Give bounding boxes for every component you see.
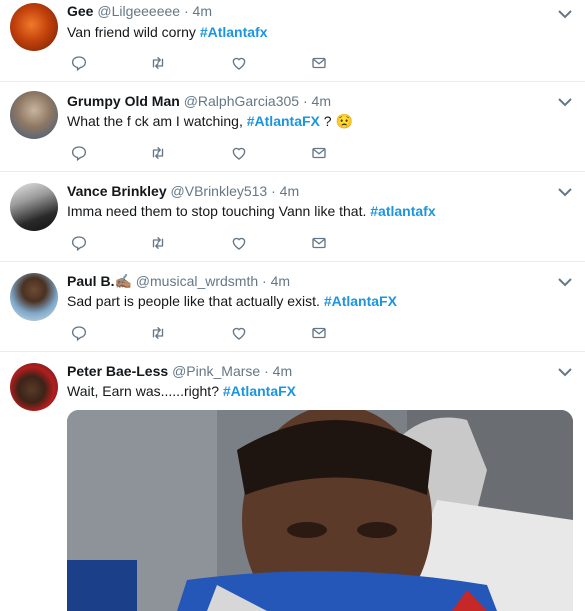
tweet-1[interactable]: Gee @Lilgeeeeee · 4m Van friend wild cor… bbox=[0, 0, 585, 82]
reply-icon[interactable] bbox=[70, 54, 92, 74]
tweet-actions bbox=[67, 54, 347, 74]
chevron-down-icon[interactable] bbox=[557, 276, 573, 288]
tweet-body: Imma need them to stop touching Vann lik… bbox=[67, 203, 371, 219]
retweet-icon[interactable] bbox=[149, 54, 171, 74]
user-handle[interactable]: @VBrinkley513 bbox=[171, 183, 268, 199]
timestamp[interactable]: 4m bbox=[271, 273, 290, 289]
hashtag-link[interactable]: #AtlantaFX bbox=[223, 383, 296, 399]
hashtag-link[interactable]: #AtlantaFX bbox=[324, 293, 397, 309]
reply-icon[interactable] bbox=[70, 144, 92, 164]
display-name[interactable]: Peter Bae-Less bbox=[67, 363, 168, 379]
user-handle[interactable]: @musical_wrdsmth bbox=[136, 273, 258, 289]
chevron-down-icon[interactable] bbox=[557, 366, 573, 378]
heart-icon[interactable] bbox=[230, 234, 252, 254]
tweet-body: What the f ck am I watching, bbox=[67, 113, 247, 129]
retweet-icon[interactable] bbox=[149, 234, 171, 254]
chevron-down-icon[interactable] bbox=[557, 8, 573, 20]
user-handle[interactable]: @RalphGarcia305 bbox=[184, 93, 299, 109]
avatar[interactable] bbox=[10, 273, 58, 321]
user-handle[interactable]: @Lilgeeeeee bbox=[97, 3, 180, 19]
envelope-icon[interactable] bbox=[310, 324, 332, 344]
tweet-text: Van friend wild corny #Atlantafx bbox=[67, 23, 268, 41]
avatar[interactable] bbox=[10, 363, 58, 411]
timestamp[interactable]: 4m bbox=[280, 183, 299, 199]
timestamp[interactable]: 4m bbox=[193, 3, 212, 19]
writing-hand-emoji: ✍🏽 bbox=[114, 273, 132, 289]
heart-icon[interactable] bbox=[230, 54, 252, 74]
separator: · bbox=[262, 273, 267, 289]
tweet-body-after: ? bbox=[319, 113, 336, 129]
avatar[interactable] bbox=[10, 183, 58, 231]
retweet-icon[interactable] bbox=[149, 144, 171, 164]
tweet-text: Sad part is people like that actually ex… bbox=[67, 292, 397, 310]
tweet-2[interactable]: Grumpy Old Man @RalphGarcia305 · 4m What… bbox=[0, 82, 585, 172]
hashtag-link[interactable]: #Atlantafx bbox=[200, 24, 268, 40]
envelope-icon[interactable] bbox=[310, 234, 332, 254]
tweet-actions bbox=[67, 234, 347, 254]
avatar[interactable] bbox=[10, 91, 58, 139]
chevron-down-icon[interactable] bbox=[557, 186, 573, 198]
display-name[interactable]: Vance Brinkley bbox=[67, 183, 167, 199]
tweet-text: Imma need them to stop touching Vann lik… bbox=[67, 202, 436, 220]
reply-icon[interactable] bbox=[70, 324, 92, 344]
separator: · bbox=[183, 3, 189, 19]
tweet-4[interactable]: Paul B.✍🏽 @musical_wrdsmth · 4m Sad part… bbox=[0, 262, 585, 352]
display-name[interactable]: Gee bbox=[67, 3, 93, 19]
retweet-icon[interactable] bbox=[149, 324, 171, 344]
media-image bbox=[67, 410, 573, 611]
tweet-text: What the f ck am I watching, #AtlantaFX … bbox=[67, 112, 353, 130]
hashtag-link[interactable]: #AtlantaFX bbox=[247, 113, 320, 129]
tweet-body: Wait, Earn was......right? bbox=[67, 383, 223, 399]
reply-icon[interactable] bbox=[70, 234, 92, 254]
tweet-body: Van friend wild corny bbox=[67, 24, 200, 40]
envelope-icon[interactable] bbox=[310, 144, 332, 164]
heart-icon[interactable] bbox=[230, 324, 252, 344]
display-name[interactable]: Grumpy Old Man bbox=[67, 93, 180, 109]
separator: · bbox=[271, 183, 276, 199]
separator: · bbox=[302, 93, 308, 109]
chevron-down-icon[interactable] bbox=[557, 96, 573, 108]
tweet-header: Grumpy Old Man @RalphGarcia305 · 4m bbox=[67, 92, 331, 110]
tweet-header: Vance Brinkley @VBrinkley513 · 4m bbox=[67, 182, 299, 200]
tweet-actions bbox=[67, 324, 347, 344]
tweet-text: Wait, Earn was......right? #AtlantaFX bbox=[67, 382, 296, 400]
tweet-3[interactable]: Vance Brinkley @VBrinkley513 · 4m Imma n… bbox=[0, 172, 585, 262]
avatar[interactable] bbox=[10, 3, 58, 51]
tweet-media-gif[interactable] bbox=[67, 410, 573, 611]
display-name[interactable]: Paul B. bbox=[67, 273, 114, 289]
worried-face-emoji: 😟 bbox=[335, 113, 353, 129]
separator: · bbox=[264, 363, 269, 379]
tweet-header: Gee @Lilgeeeeee · 4m bbox=[67, 2, 212, 20]
tweet-actions bbox=[67, 144, 347, 164]
user-handle[interactable]: @Pink_Marse bbox=[172, 363, 260, 379]
hashtag-link[interactable]: #atlantafx bbox=[370, 203, 435, 219]
tweet-body: Sad part is people like that actually ex… bbox=[67, 293, 324, 309]
tweet-header: Paul B.✍🏽 @musical_wrdsmth · 4m bbox=[67, 272, 290, 290]
envelope-icon[interactable] bbox=[310, 54, 332, 74]
timestamp[interactable]: 4m bbox=[273, 363, 292, 379]
heart-icon[interactable] bbox=[230, 144, 252, 164]
tweet-header: Peter Bae-Less @Pink_Marse · 4m bbox=[67, 362, 292, 380]
timestamp[interactable]: 4m bbox=[312, 93, 331, 109]
